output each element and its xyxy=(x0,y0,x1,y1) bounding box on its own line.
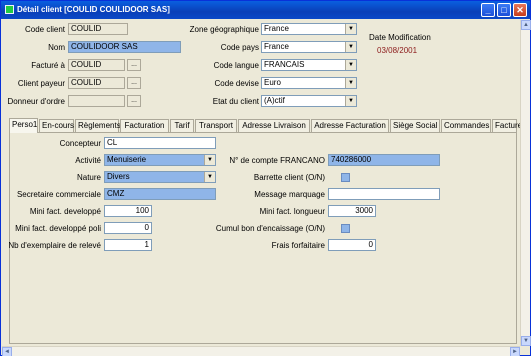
chevron-down-icon[interactable]: ▼ xyxy=(204,172,215,182)
code-client-label: Code client xyxy=(24,25,65,34)
numero-compte-francano-field[interactable]: 740286000 xyxy=(328,154,440,166)
etat-client-select[interactable]: (A)ctif ▼ xyxy=(261,95,357,107)
client-payeur-label: Client payeur xyxy=(17,79,65,88)
mini-fact-developpe-poli-label: Mini fact. developpé poli xyxy=(15,224,101,233)
maximize-button[interactable]: □ xyxy=(497,3,511,17)
scroll-right-icon[interactable]: ► xyxy=(510,347,520,356)
tab-transport[interactable]: Transport xyxy=(195,119,237,132)
tab-facturation[interactable]: Facturation xyxy=(120,119,169,132)
nature-label: Nature xyxy=(76,173,101,182)
scroll-down-icon[interactable]: ▼ xyxy=(521,336,531,346)
horizontal-scrollbar[interactable]: ◄ ► xyxy=(2,346,520,356)
mini-fact-longueur-field[interactable]: 3000 xyxy=(328,205,376,217)
client-payeur-browse-button[interactable]: ... xyxy=(127,77,141,89)
zone-geo-select[interactable]: France ▼ xyxy=(261,23,357,35)
nb-exemplaire-releve-field[interactable]: 1 xyxy=(104,239,152,251)
donneur-ordre-label: Donneur d'ordre xyxy=(7,97,65,106)
code-pays-select[interactable]: France ▼ xyxy=(261,41,357,53)
vertical-scrollbar[interactable]: ▲ ▼ xyxy=(520,20,531,346)
nature-select[interactable]: Divers ▼ xyxy=(104,171,216,183)
code-client-field: COULID xyxy=(68,23,128,35)
date-modification-value: 03/08/2001 xyxy=(377,46,418,55)
code-devise-value: Euro xyxy=(264,78,281,87)
chevron-down-icon[interactable]: ▼ xyxy=(345,24,356,34)
concepteur-label: Concepteur xyxy=(59,139,101,148)
activite-value: Menuiserie xyxy=(107,155,147,164)
nom-label: Nom xyxy=(48,43,65,52)
detail-client-window: Détail client [COULID COULIDOOR SAS] _ □… xyxy=(0,0,531,356)
code-pays-value: France xyxy=(264,42,289,51)
title-bar[interactable]: Détail client [COULID COULIDOOR SAS] _ □… xyxy=(1,1,530,19)
secretaire-commerciale-field[interactable]: CMZ xyxy=(104,188,216,200)
code-devise-select[interactable]: Euro ▼ xyxy=(261,77,357,89)
zone-geo-label: Zone géographique xyxy=(189,25,259,34)
client-payeur-field[interactable]: COULID xyxy=(68,77,125,89)
code-langue-label: Code langue xyxy=(213,61,259,70)
tab-adresse-livraison[interactable]: Adresse Livraison xyxy=(238,119,310,132)
etat-client-value: (A)ctif xyxy=(264,96,285,105)
numero-compte-francano-label: N° de compte FRANCANO xyxy=(229,156,325,165)
concepteur-field[interactable]: CL xyxy=(104,137,216,149)
secretaire-commerciale-label: Secretaire commerciale xyxy=(16,190,101,199)
facture-a-field[interactable]: COULID xyxy=(68,59,125,71)
cumul-bon-encaissage-checkbox[interactable] xyxy=(341,224,350,233)
mini-fact-developpe-label: Mini fact. developpé xyxy=(29,207,101,216)
tab-reglements[interactable]: Règlements xyxy=(75,119,121,132)
facture-a-browse-button[interactable]: ... xyxy=(127,59,141,71)
barrette-client-label: Barrette client (O/N) xyxy=(253,173,325,182)
donneur-ordre-browse-button[interactable]: ... xyxy=(127,95,141,107)
message-marquage-label: Message marquage xyxy=(254,190,325,199)
mini-fact-developpe-field[interactable]: 100 xyxy=(104,205,152,217)
mini-fact-longueur-label: Mini fact. longueur xyxy=(259,207,325,216)
zone-geo-value: France xyxy=(264,24,289,33)
tab-commandes[interactable]: Commandes xyxy=(441,119,491,132)
scroll-left-icon[interactable]: ◄ xyxy=(2,347,12,356)
app-icon xyxy=(5,5,14,14)
tab-adresse-facturation[interactable]: Adresse Facturation xyxy=(311,119,389,132)
code-langue-value: FRANCAIS xyxy=(264,60,305,69)
chevron-down-icon[interactable]: ▼ xyxy=(345,42,356,52)
nature-value: Divers xyxy=(107,172,130,181)
nb-exemplaire-releve-label: Nb d'exemplaire de relevé xyxy=(8,241,101,250)
chevron-down-icon[interactable]: ▼ xyxy=(204,155,215,165)
code-devise-label: Code devise xyxy=(214,79,259,88)
cumul-bon-encaissage-label: Cumul bon d'encaissage (O/N) xyxy=(215,224,325,233)
minimize-button[interactable]: _ xyxy=(481,3,495,17)
message-marquage-field[interactable] xyxy=(328,188,440,200)
tab-tarif[interactable]: Tarif xyxy=(170,119,194,132)
close-button[interactable]: ✕ xyxy=(513,3,527,17)
window-title: Détail client [COULID COULIDOOR SAS] xyxy=(17,5,170,14)
frais-forfaitaire-label: Frais forfaitaire xyxy=(271,241,325,250)
mini-fact-developpe-poli-field[interactable]: 0 xyxy=(104,222,152,234)
scroll-up-icon[interactable]: ▲ xyxy=(521,20,531,30)
barrette-client-checkbox[interactable] xyxy=(341,173,350,182)
facture-a-label: Facturé à xyxy=(31,61,65,70)
nom-field[interactable]: COULIDOOR SAS xyxy=(68,41,181,53)
activite-label: Activité xyxy=(75,156,101,165)
chevron-down-icon[interactable]: ▼ xyxy=(345,78,356,88)
tab-siege-social[interactable]: Siège Social xyxy=(390,119,440,132)
chevron-down-icon[interactable]: ▼ xyxy=(345,60,356,70)
code-pays-label: Code pays xyxy=(220,43,259,52)
date-modification-label: Date Modification xyxy=(369,33,431,42)
frais-forfaitaire-field[interactable]: 0 xyxy=(328,239,376,251)
tab-en-cours[interactable]: En-cours xyxy=(39,119,74,132)
tab-perso1[interactable]: Perso1 xyxy=(9,118,38,133)
donneur-ordre-field[interactable] xyxy=(68,95,125,107)
tab-factures[interactable]: Factures xyxy=(492,119,526,132)
etat-client-label: Etat du client xyxy=(212,97,259,106)
chevron-down-icon[interactable]: ▼ xyxy=(345,96,356,106)
activite-select[interactable]: Menuiserie ▼ xyxy=(104,154,216,166)
code-langue-select[interactable]: FRANCAIS ▼ xyxy=(261,59,357,71)
tab-bar: Perso1 En-cours Règlements Facturation T… xyxy=(9,118,526,133)
